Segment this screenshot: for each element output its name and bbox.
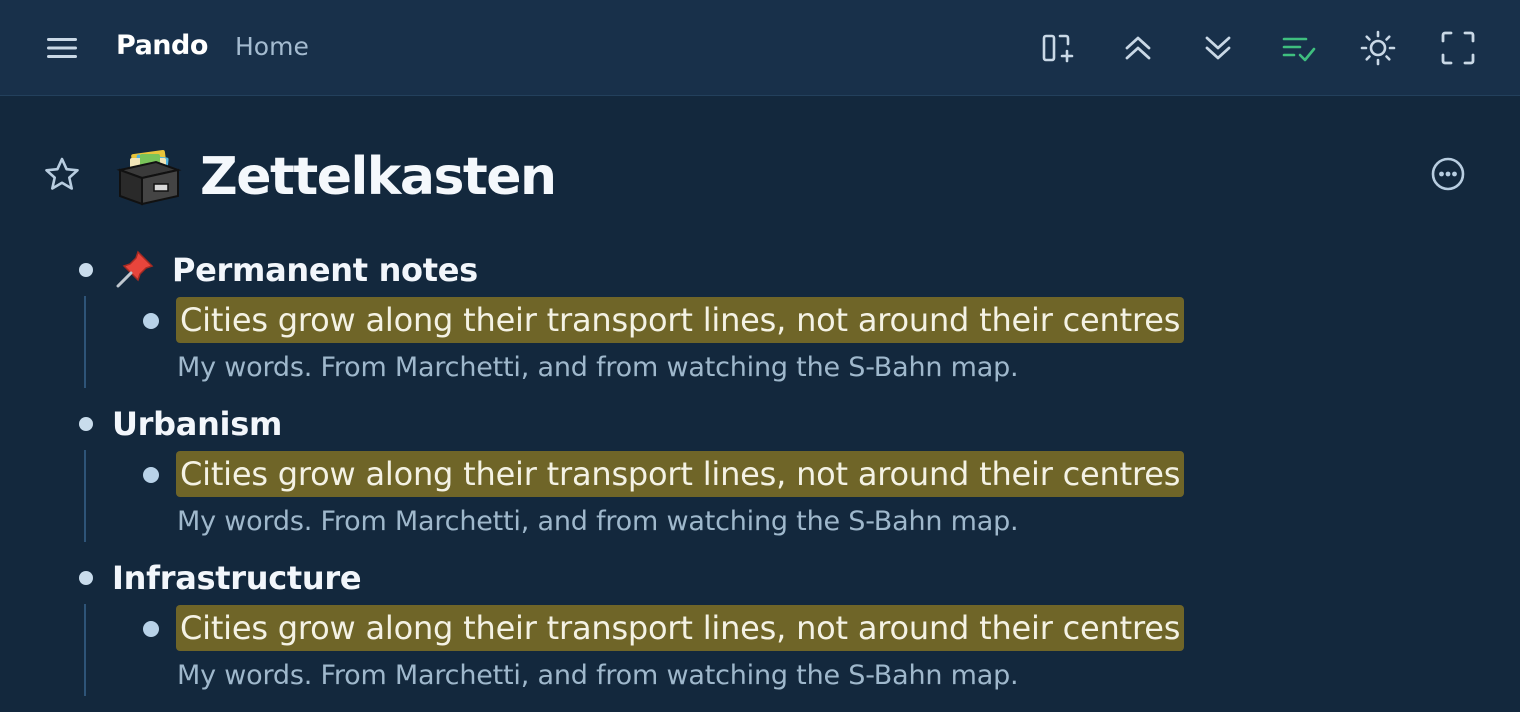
sun-icon[interactable] [1358, 28, 1398, 68]
outline-bullet[interactable] [143, 467, 159, 483]
outline-bullet[interactable] [79, 571, 93, 585]
indent-guide [84, 450, 86, 542]
card-file-box-icon [116, 146, 182, 208]
highlighted-note[interactable]: Cities grow along their transport lines,… [176, 297, 1185, 343]
outline-bullet[interactable] [79, 417, 93, 431]
pushpin-icon [114, 248, 156, 290]
highlighted-note[interactable]: Cities grow along their transport lines,… [176, 451, 1185, 497]
checklist-icon[interactable] [1279, 28, 1319, 68]
indent-guide [84, 604, 86, 696]
indent-guide [84, 296, 86, 388]
collapse-all-icon[interactable] [1118, 28, 1158, 68]
menu-icon[interactable] [46, 32, 78, 64]
outline-bullet[interactable] [143, 313, 159, 329]
note-annotation[interactable]: My words. From Marchetti, and from watch… [177, 505, 1019, 539]
outline-bullet[interactable] [143, 621, 159, 637]
outline-item-label[interactable]: Infrastructure [112, 558, 362, 598]
favorite-star-icon[interactable] [43, 156, 81, 194]
expand-all-icon[interactable] [1198, 28, 1238, 68]
outline-bullet[interactable] [79, 263, 93, 277]
highlighted-note[interactable]: Cities grow along their transport lines,… [176, 605, 1185, 651]
page-header: Zettelkasten [0, 140, 1520, 220]
outline-item-label[interactable]: Permanent notes [172, 250, 478, 290]
app-brand[interactable]: Pando [116, 30, 208, 61]
fullscreen-icon[interactable] [1438, 28, 1478, 68]
note-annotation[interactable]: My words. From Marchetti, and from watch… [177, 659, 1019, 693]
breadcrumb-home[interactable]: Home [235, 32, 309, 61]
top-bar: Pando Home [0, 0, 1520, 96]
note-annotation[interactable]: My words. From Marchetti, and from watch… [177, 351, 1019, 385]
page-title[interactable]: Zettelkasten [200, 142, 557, 212]
outline-item-label[interactable]: Urbanism [112, 404, 282, 444]
add-panel-icon[interactable] [1038, 28, 1078, 68]
more-options-icon[interactable] [1430, 156, 1466, 192]
